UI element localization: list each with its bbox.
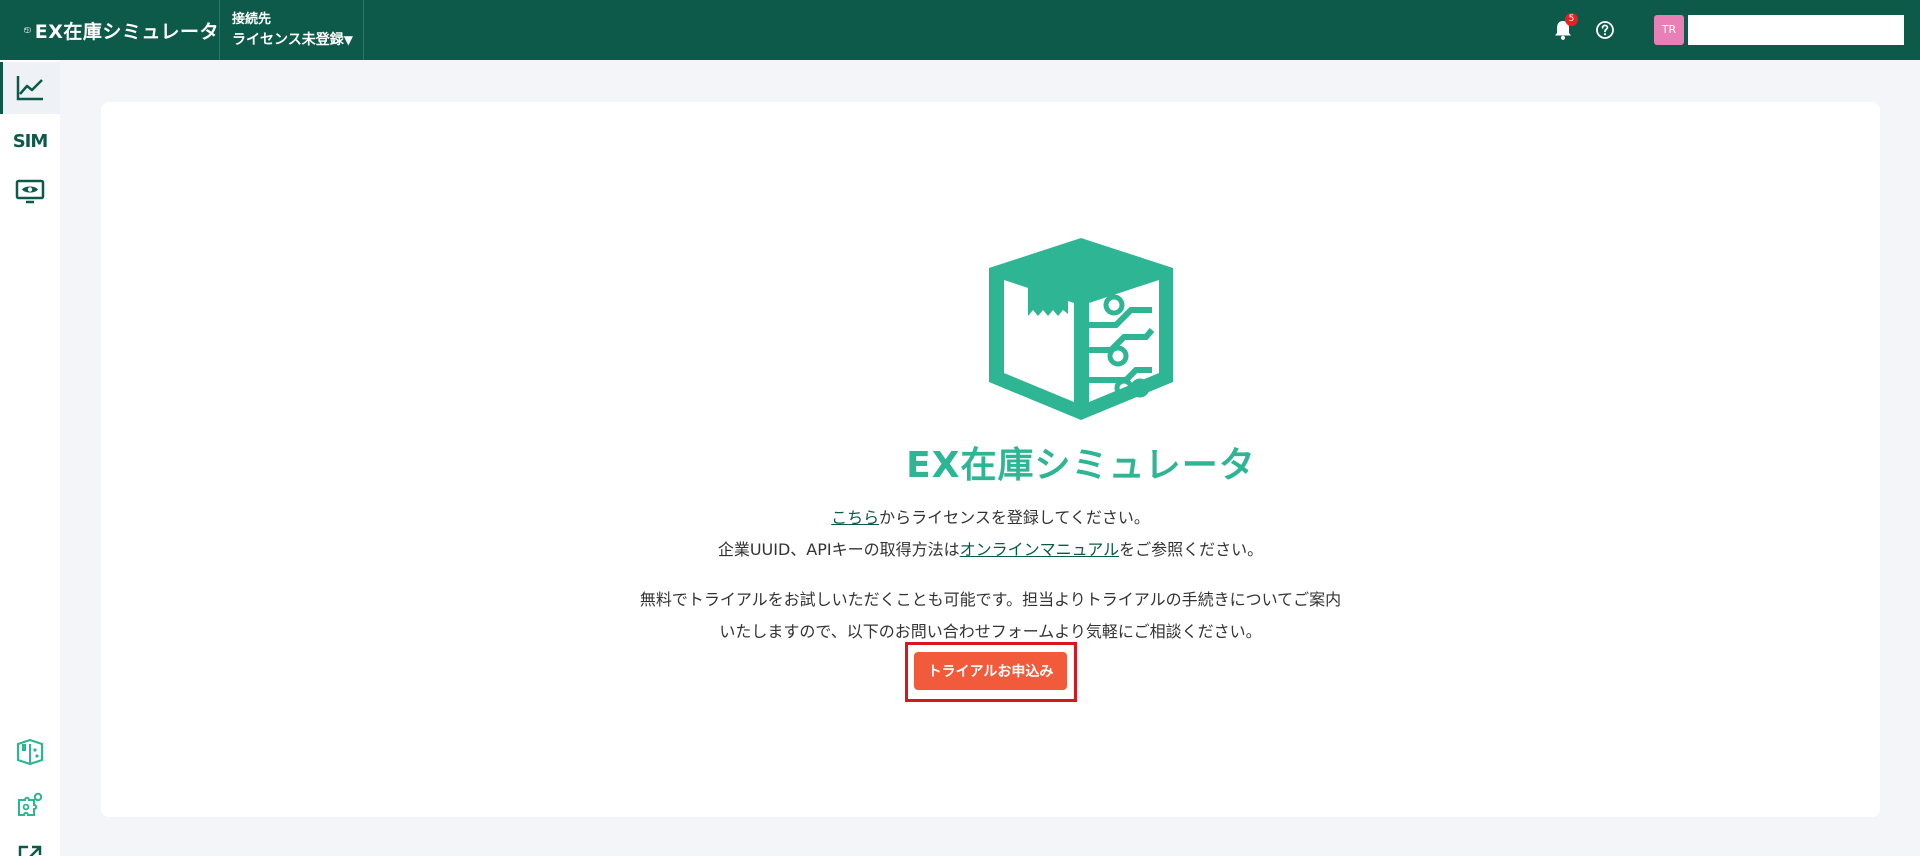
product-logo-text: EX在庫シミュレータ — [906, 445, 1256, 486]
sidebar-item-sim[interactable]: SIM — [0, 115, 60, 167]
user-avatar[interactable]: TR — [1654, 15, 1684, 45]
register-message: こちらからライセンスを登録してください。 — [831, 508, 1150, 527]
license-card: EX在庫シミュレータ こちらからライセンスを登録してください。 企業UUID、A… — [101, 102, 1880, 817]
puzzle-gears-icon — [18, 792, 43, 816]
notification-button[interactable]: 5 — [1552, 13, 1578, 41]
sidebar-item-dashboard[interactable] — [0, 62, 60, 114]
manual-message: 企業UUID、APIキーの取得方法はオンラインマニュアルをご参照ください。 — [717, 540, 1264, 559]
chart-line-icon — [16, 76, 43, 101]
sidebar-item-product[interactable] — [0, 726, 60, 778]
app-name: EX在庫シミュレータ — [34, 20, 219, 43]
cube-circuit-icon — [16, 738, 44, 766]
sidebar: SIM — [0, 60, 60, 856]
trial-apply-button[interactable]: トライアルお申込み — [914, 652, 1067, 690]
brand-logo-icon — [24, 27, 31, 33]
brand[interactable]: EX在庫シミュレータ — [0, 0, 220, 60]
external-link-icon — [18, 845, 42, 856]
trial-message-line-2: いたしますので、以下のお問い合わせフォームより気軽にご相談ください。 — [719, 622, 1262, 641]
connection-selector[interactable]: 接続先 ライセンス未登録▼ — [220, 0, 364, 60]
notification-badge: 5 — [1565, 13, 1578, 26]
product-logo-icon — [989, 238, 1173, 420]
connection-value: ライセンス未登録▼ — [232, 32, 353, 48]
sidebar-item-extensions[interactable] — [0, 779, 60, 831]
sidebar-item-external-link[interactable] — [0, 831, 60, 856]
help-icon — [1596, 21, 1614, 39]
caret-down-icon: ▼ — [343, 33, 353, 47]
trial-message-line-1: 無料でトライアルをお試しいただくことも可能です。担当よりトライアルの手続きについ… — [639, 590, 1342, 609]
monitor-eye-icon — [15, 179, 45, 204]
sim-icon: SIM — [12, 130, 49, 152]
header-actions: 5 TR — [1552, 0, 1920, 60]
help-button[interactable] — [1594, 19, 1616, 41]
user-name-field[interactable] — [1688, 15, 1904, 45]
sidebar-item-monitor[interactable] — [0, 166, 60, 218]
app-header: EX在庫シミュレータ 接続先 ライセンス未登録▼ 5 TR — [0, 0, 1920, 60]
online-manual-link[interactable]: オンラインマニュアル — [960, 540, 1120, 559]
connection-label: 接続先 — [232, 12, 272, 27]
register-link[interactable]: こちら — [831, 508, 879, 527]
